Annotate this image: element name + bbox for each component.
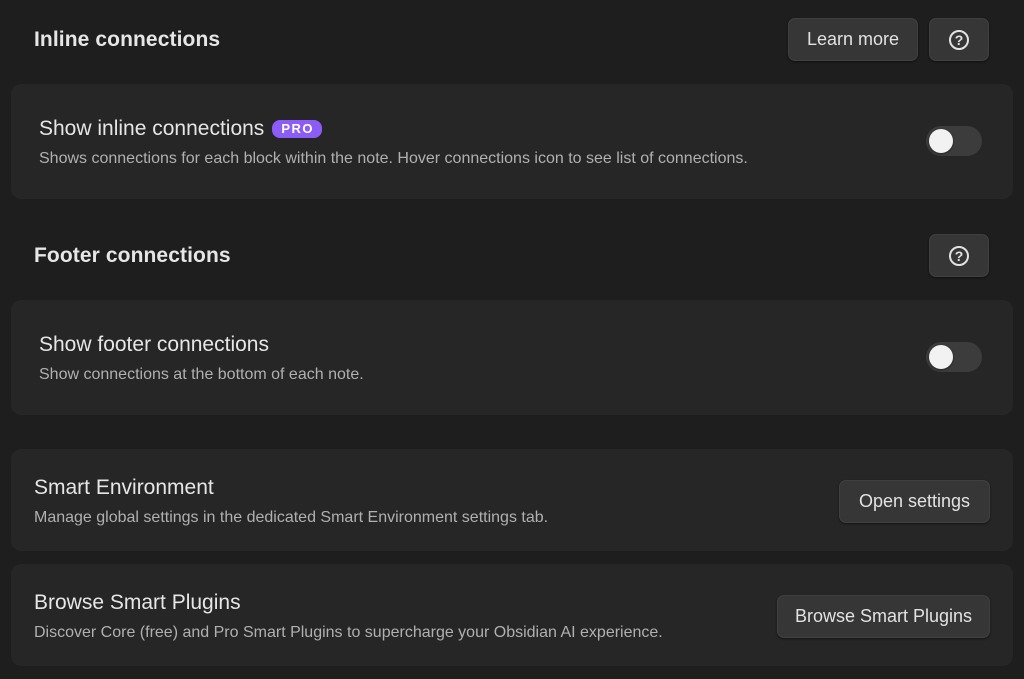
smart-environment-card: Smart Environment Manage global settings…	[11, 449, 1013, 551]
settings-panel: Inline connections Learn more ? Show inl…	[0, 0, 1024, 679]
footer-connections-heading: Footer connections	[34, 244, 231, 267]
browse-smart-plugins-description: Discover Core (free) and Pro Smart Plugi…	[34, 624, 663, 641]
inline-help-button[interactable]: ?	[929, 18, 989, 61]
footer-help-button[interactable]: ?	[929, 234, 989, 277]
smart-environment-description: Manage global settings in the dedicated …	[34, 509, 549, 526]
show-footer-connections-label: Show footer connections	[39, 333, 269, 356]
browse-smart-plugins-card: Browse Smart Plugins Discover Core (free…	[11, 564, 1013, 666]
show-inline-connections-toggle[interactable]	[926, 126, 982, 156]
inline-connections-card: Show inline connections PRO Shows connec…	[11, 84, 1013, 199]
pro-badge: PRO	[272, 120, 322, 138]
toggle-knob	[929, 345, 953, 369]
browse-smart-plugins-title: Browse Smart Plugins	[34, 591, 241, 614]
show-footer-connections-description: Show connections at the bottom of each n…	[39, 366, 364, 383]
question-circle-icon: ?	[949, 29, 969, 50]
smart-environment-title: Smart Environment	[34, 476, 214, 499]
browse-smart-plugins-button[interactable]: Browse Smart Plugins	[777, 595, 990, 638]
footer-connections-card: Show footer connections Show connections…	[11, 300, 1013, 415]
learn-more-button[interactable]: Learn more	[788, 18, 918, 61]
show-inline-connections-label: Show inline connections PRO	[39, 117, 322, 141]
show-inline-connections-description: Shows connections for each block within …	[39, 150, 748, 167]
inline-connections-heading: Inline connections	[34, 28, 221, 51]
open-settings-button[interactable]: Open settings	[839, 480, 990, 523]
toggle-knob	[929, 129, 953, 153]
setting-name-text: Show inline connections	[39, 117, 265, 140]
question-circle-icon: ?	[949, 245, 969, 266]
show-footer-connections-toggle[interactable]	[926, 342, 982, 372]
